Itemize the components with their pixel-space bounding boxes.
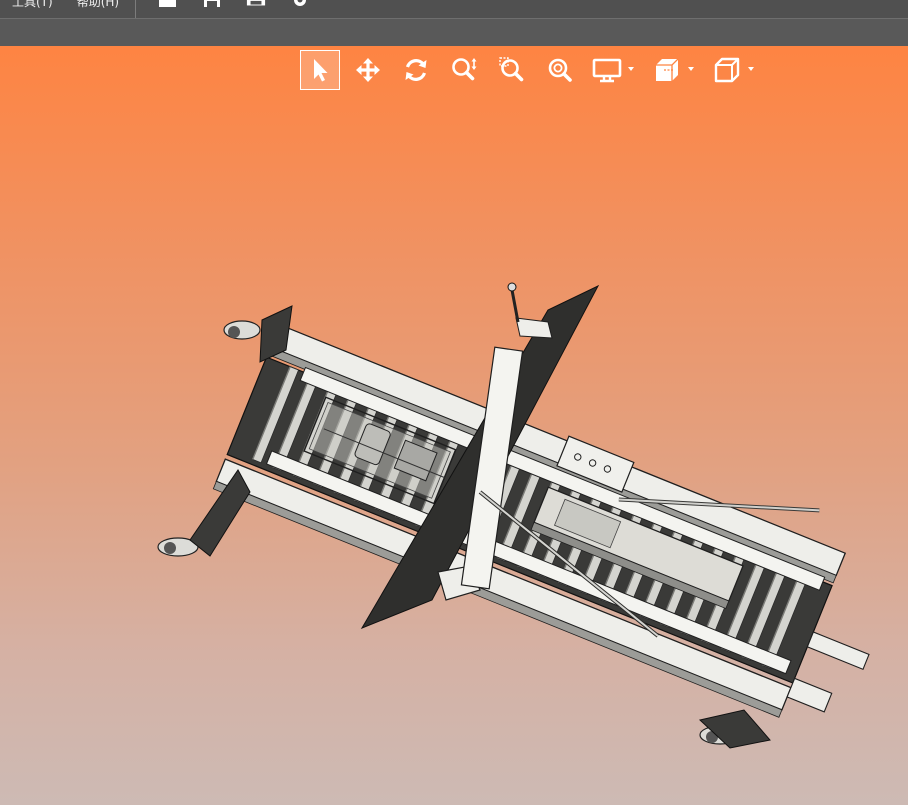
print-icon[interactable] [246,0,266,9]
open-folder-icon[interactable] [158,0,178,9]
conveyor-machine-model[interactable] [0,46,908,805]
cad-viewer-window: 工具(T) 帮助(H) [0,0,908,805]
command-bar [0,18,908,47]
settings-gear-icon[interactable] [290,0,310,9]
menu-bar: 工具(T) 帮助(H) [0,0,908,18]
menu-tools[interactable]: 工具(T) [0,0,65,11]
3d-viewport[interactable] [0,46,908,805]
caster-wheel [223,320,261,340]
menu-help[interactable]: 帮助(H) [65,0,131,11]
save-icon[interactable] [202,0,222,9]
menubar-divider [135,0,137,18]
